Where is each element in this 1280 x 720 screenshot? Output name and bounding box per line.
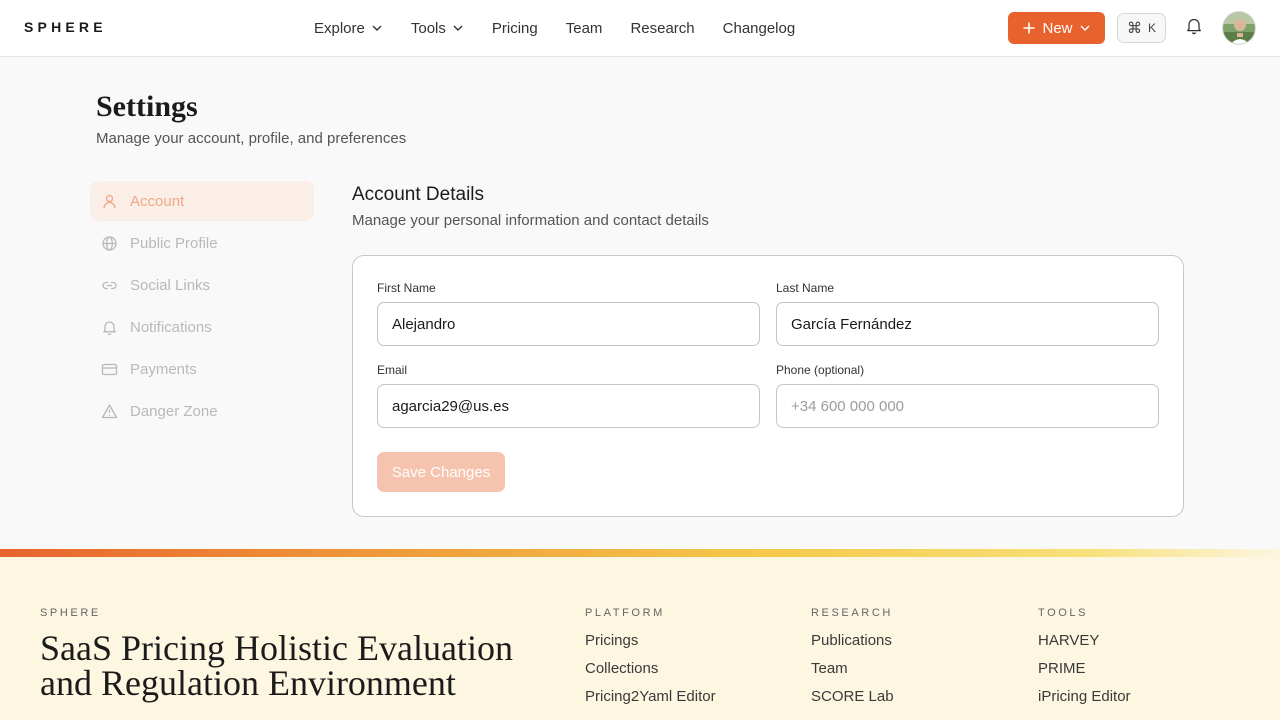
last-name-field[interactable] <box>776 302 1159 346</box>
settings-sidebar: Account Public Profile Social Links Noti… <box>90 181 314 433</box>
sidebar-item-label: Social Links <box>130 276 211 294</box>
sidebar-item-label: Account <box>130 192 185 210</box>
email-label: Email <box>377 363 408 377</box>
footer-link-team[interactable]: Team <box>811 660 894 678</box>
account-details-card: First Name Last Name Email Phone (option… <box>352 255 1184 517</box>
sidebar-item-label: Notifications <box>130 318 212 336</box>
sidebar-item-account[interactable]: Account <box>90 181 314 221</box>
footer-tagline: SaaS Pricing Holistic Evaluation and Reg… <box>40 628 513 703</box>
footer-column-platform: PLATFORM Pricings Collections Pricing2Ya… <box>585 607 716 716</box>
footer-link-publications[interactable]: Publications <box>811 632 894 650</box>
footer-column-title: TOOLS <box>1038 607 1089 619</box>
plus-icon <box>1023 22 1035 34</box>
footer-brand: SPHERE <box>40 607 101 619</box>
section-subtitle: Manage your personal information and con… <box>352 212 709 229</box>
footer-link-ipricing-editor[interactable]: iPricing Editor <box>1038 688 1131 706</box>
chevron-down-icon <box>1080 25 1089 31</box>
sidebar-item-label: Danger Zone <box>130 402 218 420</box>
section-title: Account Details <box>352 184 485 205</box>
footer-link-collections[interactable]: Collections <box>585 660 716 678</box>
chevron-down-icon <box>372 25 382 31</box>
nav-tools[interactable]: Tools <box>411 17 464 39</box>
footer-link-pricing2yaml-editor[interactable]: Pricing2Yaml Editor <box>585 688 716 706</box>
notifications-bell-icon[interactable] <box>1185 16 1203 36</box>
phone-field[interactable] <box>776 384 1159 428</box>
footer-gradient-divider <box>0 549 1280 557</box>
new-button-label: New <box>1042 19 1073 37</box>
nav-changelog-label: Changelog <box>722 19 796 37</box>
footer-column-title: PLATFORM <box>585 607 665 619</box>
sidebar-item-payments[interactable]: Payments <box>90 349 314 389</box>
footer-link-score-lab[interactable]: SCORE Lab <box>811 688 894 706</box>
footer-link-pricings[interactable]: Pricings <box>585 632 716 650</box>
sidebar-item-label: Public Profile <box>130 234 218 252</box>
brand-logo[interactable]: SPHERE <box>24 19 107 35</box>
footer-column-research: RESEARCH Publications Team SCORE Lab <box>811 607 894 716</box>
new-button[interactable]: New <box>1008 12 1105 44</box>
nav-team-label: Team <box>565 19 603 37</box>
email-field[interactable] <box>377 384 760 428</box>
main-nav: Explore Tools Pricing Team Research Chan… <box>314 17 795 39</box>
nav-team[interactable]: Team <box>566 17 603 39</box>
globe-icon <box>102 235 117 251</box>
first-name-label: First Name <box>377 281 436 295</box>
save-changes-button[interactable]: Save Changes <box>377 452 505 492</box>
page-subtitle: Manage your account, profile, and prefer… <box>96 130 407 147</box>
chevron-down-icon <box>453 25 463 31</box>
command-palette-button[interactable]: ⌘ K <box>1117 13 1166 43</box>
link-icon <box>102 281 117 289</box>
site-footer: SPHERE SaaS Pricing Holistic Evaluation … <box>0 557 1280 720</box>
top-navbar: SPHERE Explore Tools Pricing Team Resear… <box>0 0 1280 57</box>
warning-icon <box>101 403 118 418</box>
command-key-icon: ⌘ <box>1126 20 1142 37</box>
sidebar-item-notifications[interactable]: Notifications <box>90 307 314 347</box>
nav-explore-label: Explore <box>314 19 365 37</box>
nav-pricing[interactable]: Pricing <box>492 17 538 39</box>
last-name-label: Last Name <box>776 281 835 295</box>
sidebar-item-danger-zone[interactable]: Danger Zone <box>90 391 314 431</box>
footer-column-tools: TOOLS HARVEY PRIME iPricing Editor <box>1038 607 1131 716</box>
shortcut-key-label: K <box>1147 21 1156 35</box>
nav-explore[interactable]: Explore <box>314 17 383 39</box>
sidebar-item-label: Payments <box>130 360 197 378</box>
first-name-field[interactable] <box>377 302 760 346</box>
sidebar-item-social-links[interactable]: Social Links <box>90 265 314 305</box>
user-icon <box>103 194 116 208</box>
nav-research[interactable]: Research <box>630 17 694 39</box>
footer-column-title: RESEARCH <box>811 607 893 619</box>
footer-link-harvey[interactable]: HARVEY <box>1038 632 1131 650</box>
bell-icon <box>103 320 116 335</box>
credit-card-icon <box>101 363 118 375</box>
nav-pricing-label: Pricing <box>491 19 538 37</box>
page-title: Settings <box>96 90 198 123</box>
nav-research-label: Research <box>630 19 695 37</box>
nav-tools-label: Tools <box>410 19 446 37</box>
sidebar-item-public-profile[interactable]: Public Profile <box>90 223 314 263</box>
phone-label: Phone (optional) <box>776 363 865 377</box>
nav-changelog[interactable]: Changelog <box>723 17 796 39</box>
user-avatar[interactable] <box>1222 11 1256 45</box>
footer-link-prime[interactable]: PRIME <box>1038 660 1131 678</box>
